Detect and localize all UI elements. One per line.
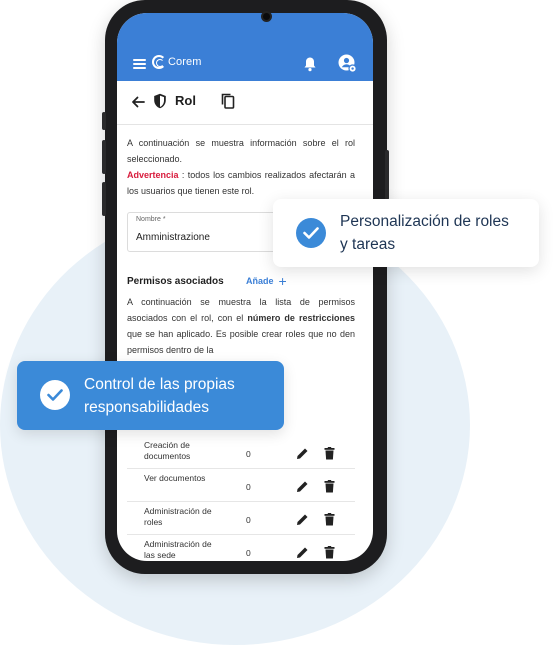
phone-mute-button	[102, 112, 106, 130]
role-name-field[interactable]: Nombre * Amministrazione	[127, 212, 287, 252]
callout-responsibilities-card: Control de las propias responsabilidades	[17, 361, 284, 430]
delete-icon[interactable]	[324, 447, 335, 460]
phone-volume-up-button	[102, 140, 106, 174]
warning-label: Advertencia	[127, 170, 179, 180]
delete-icon[interactable]	[324, 546, 335, 559]
add-permission-button[interactable]: Añade +	[246, 272, 287, 289]
permission-restrictions-count: 0	[246, 449, 251, 459]
permission-restrictions-count: 0	[246, 515, 251, 525]
role-info-text: A continuación se muestra información so…	[127, 135, 355, 199]
permissions-description: A continuación se muestra la lista de pe…	[127, 294, 355, 358]
delete-icon[interactable]	[324, 513, 335, 526]
delete-icon[interactable]	[324, 480, 335, 493]
role-info-intro: A continuación se muestra información so…	[127, 138, 355, 164]
permission-name: Ver documentos	[144, 473, 206, 483]
app-logo: Corem	[152, 55, 202, 69]
edit-icon[interactable]	[296, 546, 309, 559]
callout-roles-card: Personalización de roles y tareas	[273, 199, 539, 267]
role-name-label: Nombre *	[136, 216, 166, 223]
permission-restrictions-count: 0	[246, 482, 251, 492]
edit-icon[interactable]	[296, 513, 309, 526]
account-settings-icon[interactable]	[338, 54, 357, 73]
copy-icon[interactable]	[221, 93, 235, 109]
logo-icon	[152, 55, 166, 69]
phone-volume-down-button	[102, 182, 106, 216]
page-title: Rol	[175, 93, 196, 108]
bell-icon[interactable]	[303, 56, 317, 72]
add-permission-label: Añade	[246, 276, 274, 286]
permissions-title: Permisos asociados	[127, 276, 224, 287]
edit-icon[interactable]	[296, 447, 309, 460]
plus-icon: +	[278, 272, 287, 289]
app-name: Corem	[168, 56, 202, 68]
table-row: Administración de roles 0	[127, 502, 355, 535]
check-icon	[40, 380, 70, 410]
permission-restrictions-count: 0	[246, 548, 251, 558]
permission-name: Creación de documentos	[144, 440, 191, 461]
permissions-desc-bold: número de restricciones	[247, 313, 355, 323]
table-row: Ver documentos 0	[127, 469, 355, 502]
permission-name: Administración de roles	[144, 506, 212, 527]
permissions-desc-part2: que se han aplicado. Es posible crear ro…	[127, 329, 355, 355]
edit-icon[interactable]	[296, 480, 309, 493]
shield-icon	[154, 93, 166, 109]
app-bar	[117, 13, 373, 81]
callout-responsibilities-text: Control de las propias responsabilidades	[84, 376, 235, 416]
back-arrow-icon[interactable]	[131, 95, 145, 109]
role-name-value[interactable]: Amministrazione	[136, 232, 210, 243]
front-camera	[261, 11, 272, 22]
table-row: Administración de las sede 0	[127, 535, 355, 561]
phone-screen: Corem Rol A continuación se muestra info…	[117, 13, 373, 561]
callout-roles-text: Personalización de roles y tareas	[340, 213, 509, 253]
phone-power-button	[385, 150, 389, 200]
permission-name: Administración de las sede	[144, 539, 212, 560]
menu-icon[interactable]	[133, 59, 146, 69]
table-row: Creación de documentos 0	[127, 436, 355, 469]
check-icon	[296, 218, 326, 248]
